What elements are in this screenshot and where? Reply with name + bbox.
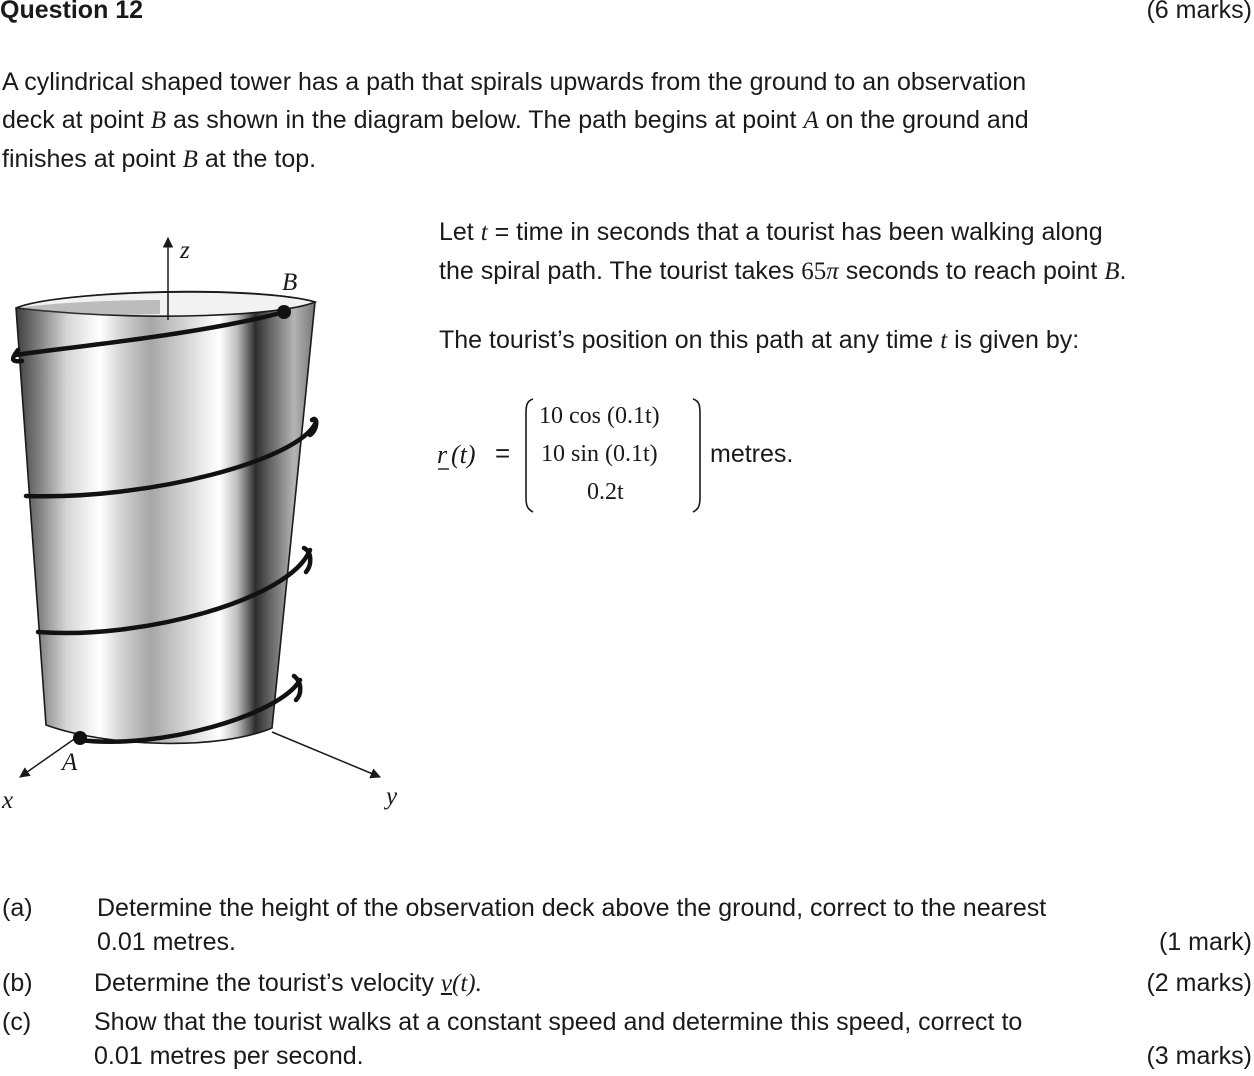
velocity-arg: (t).: [452, 970, 482, 997]
intro-text: deck at point: [2, 106, 151, 134]
point-b-ref: B: [150, 107, 166, 134]
position-text: is given by:: [947, 326, 1080, 354]
intro-line-1: A cylindrical shaped tower has a path th…: [2, 68, 1027, 96]
part-a-marks: (1 mark): [1158, 928, 1252, 956]
vector-r-symbol: r: [437, 440, 448, 469]
tower-body: [15, 290, 316, 745]
context-line-2: the spiral path. The tourist takes 65π s…: [439, 252, 1254, 291]
vector-row-2: 10 sin (0.1t): [541, 441, 658, 467]
question-marks: (6 marks): [1146, 0, 1252, 24]
unit-label: metres.: [710, 440, 793, 468]
intro-text: as shown in the diagram below. The path …: [166, 106, 804, 134]
part-c-line-2: 0.01 metres per second.: [94, 1042, 364, 1070]
context-text: .: [1119, 257, 1127, 285]
part-c-marks: (3 marks): [1146, 1042, 1252, 1070]
right-bracket: [692, 398, 701, 513]
part-b-text: Determine the tourist’s velocity: [94, 969, 441, 997]
context-text: = time in seconds that a tourist has bee…: [487, 218, 1103, 246]
tower-diagram: z B A x y: [1, 236, 398, 814]
intro-line-3: finishes at point B at the top.: [2, 140, 1242, 179]
part-c-label: (c): [2, 1008, 32, 1036]
vector-row-1: 10 cos (0.1t): [539, 403, 660, 429]
point-a-ref: A: [803, 107, 819, 134]
point-a-label: A: [60, 749, 78, 776]
point-b-ref: B: [182, 146, 198, 173]
context-text: Let: [439, 218, 481, 246]
intro-paragraph: A cylindrical shaped tower has a path th…: [2, 63, 1242, 179]
y-axis-line: [271, 731, 381, 779]
vector-row-3: 0.2t: [587, 479, 624, 505]
part-a-line-2: 0.01 metres.: [97, 928, 236, 956]
left-bracket: [525, 398, 534, 513]
intro-text: at the top.: [197, 145, 317, 173]
axis-z-label: z: [179, 237, 190, 264]
context-paragraph: Let t = time in seconds that a tourist h…: [439, 213, 1254, 291]
velocity-symbol: v: [440, 970, 453, 997]
intro-line-2: deck at point B as shown in the diagram …: [2, 101, 1242, 140]
t-variable: t: [480, 219, 488, 246]
position-statement: The tourist’s position on this path at a…: [439, 326, 1079, 355]
question-title: Question 12: [0, 0, 144, 24]
part-c-line-1: Show that the tourist walks at a constan…: [94, 1008, 1023, 1036]
equals-sign: =: [495, 438, 510, 468]
pi-symbol: π: [826, 258, 839, 285]
part-a-line-1: Determine the height of the observation …: [97, 894, 1047, 922]
part-b-line-1: Determine the tourist’s velocity v(t).: [94, 969, 482, 998]
point-b-marker: [277, 305, 291, 319]
position-text: The tourist’s position on this path at a…: [439, 326, 941, 354]
axis-y-label: y: [383, 783, 398, 810]
part-b-marks: (2 marks): [1146, 969, 1252, 997]
intro-text: on the ground and: [818, 106, 1029, 134]
position-vector-equation: r (t) = 10 cos (0.1t) 10 sin (0.1t) 0.2t…: [437, 398, 793, 513]
point-a-marker: [73, 731, 87, 745]
intro-text: finishes at point: [2, 145, 183, 173]
part-a-label: (a): [2, 894, 33, 922]
axis-x-label: x: [1, 787, 13, 814]
part-b-label: (b): [2, 969, 33, 997]
vector-r-arg: (t): [451, 440, 476, 469]
context-line-1: Let t = time in seconds that a tourist h…: [439, 213, 1254, 252]
context-text: seconds to reach point: [838, 257, 1105, 285]
context-text: the spiral path. The tourist takes: [439, 257, 802, 285]
point-b-label: B: [282, 269, 297, 296]
time-value: 65: [801, 258, 827, 285]
point-b-ref: B: [1104, 258, 1120, 285]
